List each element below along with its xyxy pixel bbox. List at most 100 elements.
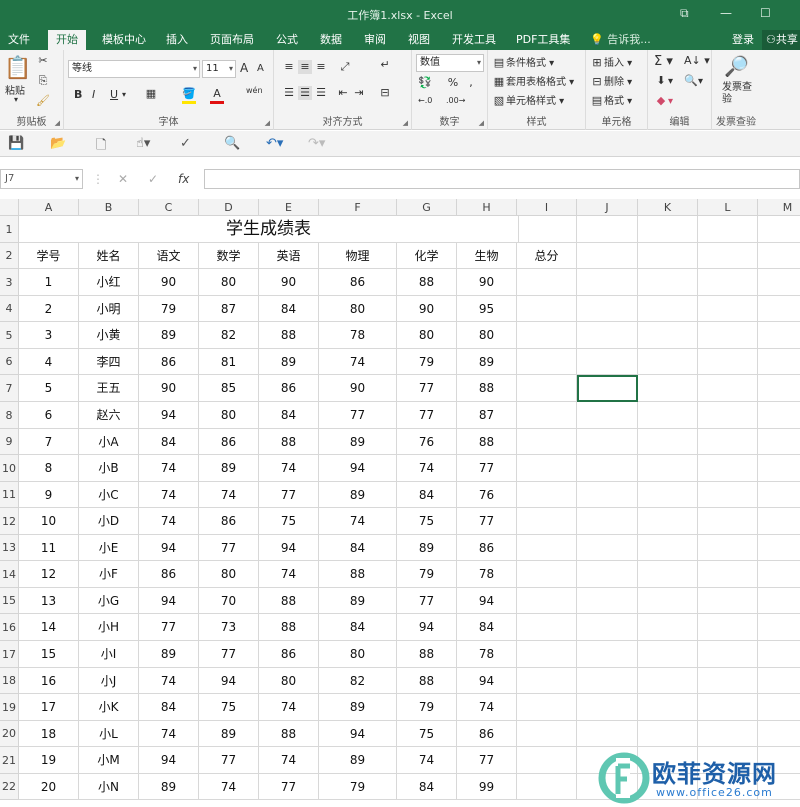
empty-cell[interactable] bbox=[758, 455, 800, 482]
data-cell[interactable]: 82 bbox=[319, 668, 397, 694]
align-right-icon[interactable]: ☰ bbox=[314, 86, 328, 100]
data-cell[interactable]: 87 bbox=[199, 296, 259, 322]
align-middle-icon[interactable]: ≡ bbox=[298, 60, 312, 74]
data-cell[interactable]: 74 bbox=[199, 482, 259, 508]
data-cell[interactable]: 89 bbox=[397, 535, 457, 561]
clear-icon[interactable]: ◆ ▾ bbox=[654, 94, 673, 108]
data-cell[interactable]: 84 bbox=[139, 694, 199, 721]
empty-cell[interactable] bbox=[758, 429, 800, 455]
empty-cell[interactable] bbox=[517, 429, 577, 455]
percent-icon[interactable]: % bbox=[446, 76, 460, 90]
data-cell[interactable]: 80 bbox=[457, 322, 517, 349]
column-header[interactable]: K bbox=[638, 199, 698, 216]
data-cell[interactable]: 77 bbox=[199, 641, 259, 668]
data-cell[interactable]: 86 bbox=[199, 429, 259, 455]
data-cell[interactable]: 80 bbox=[259, 668, 319, 694]
invoice-check-button[interactable]: 发票查验 bbox=[722, 82, 752, 106]
empty-cell[interactable] bbox=[698, 535, 758, 561]
data-cell[interactable]: 77 bbox=[259, 774, 319, 800]
decrease-decimal-icon[interactable]: .00→ bbox=[446, 96, 465, 105]
grow-font-button[interactable]: A bbox=[240, 61, 248, 75]
row-header[interactable]: 12 bbox=[0, 508, 19, 535]
data-cell[interactable]: 4 bbox=[19, 349, 79, 375]
row-header[interactable]: 5 bbox=[0, 322, 19, 349]
font-name-select[interactable]: 等线 ▾ bbox=[68, 60, 200, 78]
paste-icon[interactable]: 📋 bbox=[4, 56, 31, 81]
font-launcher-icon[interactable]: ◢ bbox=[265, 119, 270, 127]
column-header[interactable]: B bbox=[79, 199, 139, 216]
redo-icon[interactable]: ↷▾ bbox=[308, 136, 325, 151]
insert-cells-button[interactable]: ⊞ 插入 ▾ bbox=[590, 54, 632, 70]
format-painter-icon[interactable]: 🖌 bbox=[36, 94, 50, 108]
data-cell[interactable]: 84 bbox=[397, 774, 457, 800]
row-header[interactable]: 10 bbox=[0, 455, 19, 482]
spelling-icon[interactable]: ✓ bbox=[180, 136, 191, 151]
data-cell[interactable]: 90 bbox=[457, 269, 517, 296]
data-cell[interactable]: 88 bbox=[259, 588, 319, 614]
row-header[interactable]: 11 bbox=[0, 482, 19, 508]
data-cell[interactable]: 80 bbox=[199, 402, 259, 429]
fill-color-icon[interactable]: 🪣 bbox=[182, 87, 196, 104]
data-cell[interactable]: 86 bbox=[457, 721, 517, 747]
cancel-icon[interactable]: ✕ bbox=[118, 172, 128, 186]
cell-styles-button[interactable]: ▧ 单元格样式 ▾ bbox=[492, 92, 564, 108]
underline-button[interactable]: U bbox=[110, 88, 118, 101]
empty-cell[interactable] bbox=[638, 216, 698, 243]
data-cell[interactable]: 74 bbox=[259, 455, 319, 482]
empty-cell[interactable] bbox=[758, 349, 800, 375]
row-header[interactable]: 18 bbox=[0, 668, 19, 694]
empty-cell[interactable] bbox=[638, 375, 698, 402]
save-icon[interactable]: 💾 bbox=[8, 136, 24, 151]
empty-cell[interactable] bbox=[577, 668, 638, 694]
borders-icon[interactable]: ▦ bbox=[144, 87, 158, 101]
empty-cell[interactable] bbox=[758, 561, 800, 588]
comma-icon[interactable]: , bbox=[464, 76, 478, 90]
data-cell[interactable]: 88 bbox=[259, 429, 319, 455]
empty-cell[interactable] bbox=[638, 402, 698, 429]
data-cell[interactable]: 94 bbox=[319, 721, 397, 747]
decrease-indent-icon[interactable]: ⇤ bbox=[336, 86, 350, 100]
data-cell[interactable]: 80 bbox=[319, 296, 397, 322]
column-header[interactable]: C bbox=[139, 199, 199, 216]
data-cell[interactable]: 11 bbox=[19, 535, 79, 561]
tab-developer[interactable]: 开发工具 bbox=[444, 30, 504, 50]
column-header[interactable]: H bbox=[457, 199, 517, 216]
data-cell[interactable]: 86 bbox=[139, 349, 199, 375]
empty-cell[interactable] bbox=[638, 243, 698, 269]
data-cell[interactable]: 89 bbox=[457, 349, 517, 375]
data-cell[interactable]: 89 bbox=[319, 694, 397, 721]
data-cell[interactable]: 7 bbox=[19, 429, 79, 455]
empty-cell[interactable] bbox=[758, 535, 800, 561]
data-cell[interactable]: 84 bbox=[397, 482, 457, 508]
data-cell[interactable]: 小G bbox=[79, 588, 139, 614]
column-title-cell[interactable]: 化学 bbox=[397, 243, 457, 269]
data-cell[interactable]: 99 bbox=[457, 774, 517, 800]
row-header[interactable]: 21 bbox=[0, 747, 19, 774]
data-cell[interactable]: 77 bbox=[457, 747, 517, 774]
data-cell[interactable]: 16 bbox=[19, 668, 79, 694]
empty-cell[interactable] bbox=[758, 375, 800, 402]
empty-cell[interactable] bbox=[758, 482, 800, 508]
data-cell[interactable]: 77 bbox=[457, 455, 517, 482]
empty-cell[interactable] bbox=[698, 641, 758, 668]
insert-function-button[interactable]: fx bbox=[178, 172, 189, 186]
maximize-icon[interactable]: ☐ bbox=[760, 6, 771, 20]
column-header[interactable]: E bbox=[259, 199, 319, 216]
data-cell[interactable]: 89 bbox=[259, 349, 319, 375]
data-cell[interactable]: 74 bbox=[139, 455, 199, 482]
data-cell[interactable]: 74 bbox=[259, 747, 319, 774]
data-cell[interactable]: 74 bbox=[139, 668, 199, 694]
empty-cell[interactable] bbox=[577, 614, 638, 641]
data-cell[interactable]: 89 bbox=[199, 455, 259, 482]
empty-cell[interactable] bbox=[577, 269, 638, 296]
find-select-icon[interactable]: 🔍▾ bbox=[684, 74, 703, 88]
column-title-cell[interactable]: 数学 bbox=[199, 243, 259, 269]
empty-cell[interactable] bbox=[758, 721, 800, 747]
data-cell[interactable]: 88 bbox=[259, 721, 319, 747]
data-cell[interactable]: 88 bbox=[397, 641, 457, 668]
empty-cell[interactable] bbox=[577, 349, 638, 375]
empty-cell[interactable] bbox=[517, 296, 577, 322]
row-header[interactable]: 13 bbox=[0, 535, 19, 561]
data-cell[interactable]: 74 bbox=[139, 482, 199, 508]
data-cell[interactable]: 95 bbox=[457, 296, 517, 322]
